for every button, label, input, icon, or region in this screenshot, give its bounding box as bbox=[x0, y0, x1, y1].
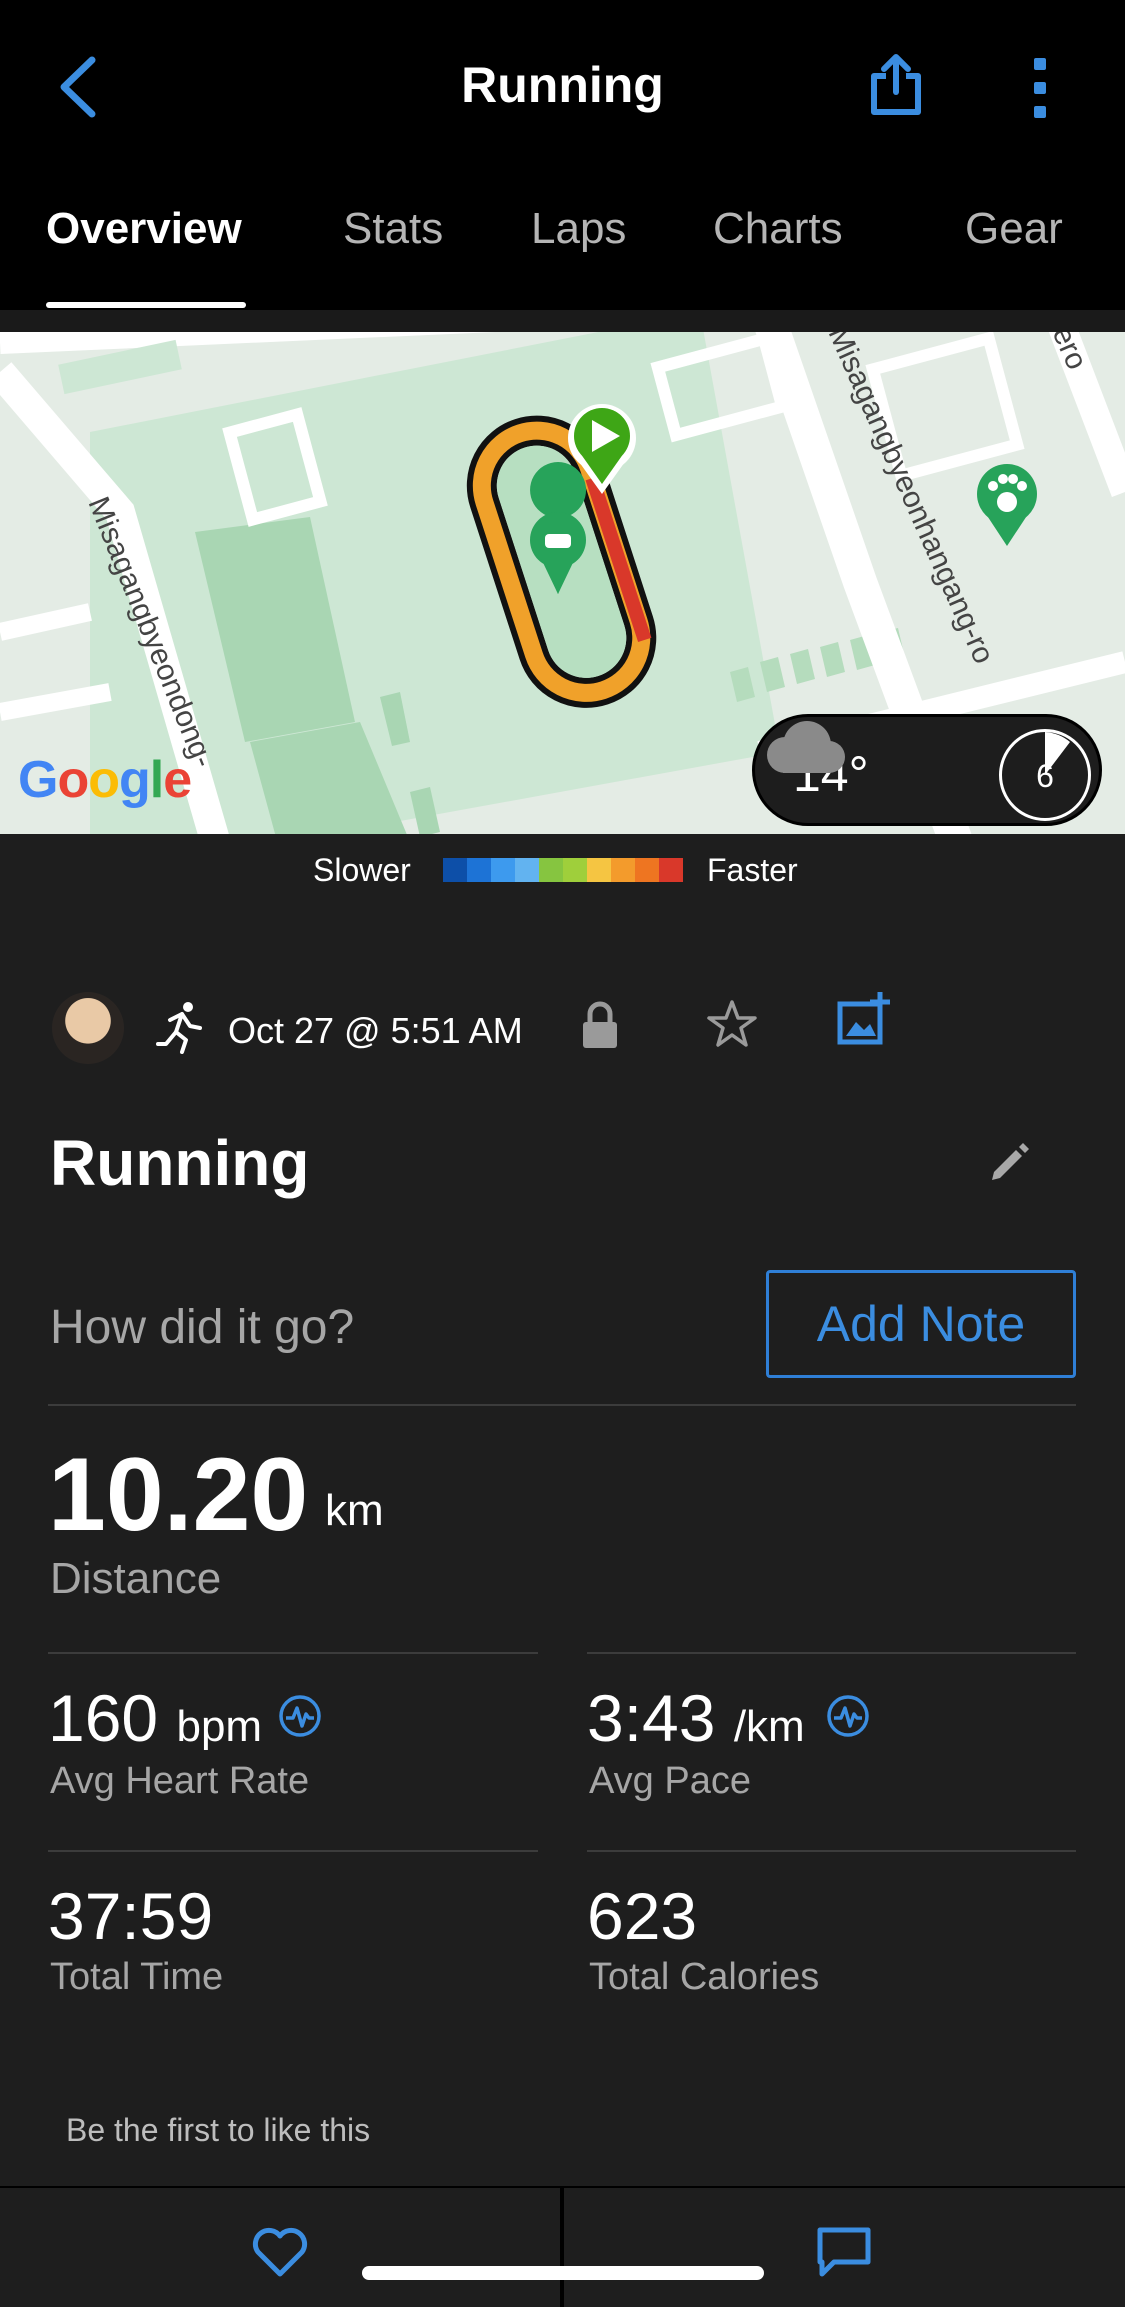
more-vertical-icon bbox=[1034, 58, 1046, 118]
tab-overview[interactable]: Overview bbox=[46, 204, 242, 254]
legend-faster-label: Faster bbox=[707, 852, 798, 888]
distance-label: Distance bbox=[50, 1554, 222, 1603]
avg-pace-label: Avg Pace bbox=[589, 1760, 751, 1802]
google-logo: Google bbox=[18, 751, 192, 809]
wind-speed: 6 bbox=[1036, 758, 1054, 794]
edit-pencil-icon[interactable] bbox=[988, 1140, 1032, 1184]
weather-widget: 14° 6 bbox=[752, 714, 1102, 826]
total-calories-label: Total Calories bbox=[589, 1956, 820, 1998]
like-heart-icon[interactable] bbox=[250, 2226, 310, 2278]
legend-color-swatch bbox=[539, 858, 563, 882]
add-photo-icon[interactable] bbox=[836, 990, 892, 1046]
active-tab-indicator bbox=[46, 302, 246, 308]
pace-legend: Slower Faster bbox=[0, 834, 1125, 904]
legend-color-swatch bbox=[611, 858, 635, 882]
cloud-icon bbox=[767, 721, 845, 773]
legend-color-swatch bbox=[563, 858, 587, 882]
add-note-button[interactable]: Add Note bbox=[766, 1270, 1076, 1378]
route-map[interactable]: Misagangbyeondong- Misagangbyeonhangang-… bbox=[0, 332, 1125, 834]
running-icon bbox=[156, 1002, 202, 1054]
more-options-button[interactable] bbox=[1024, 56, 1056, 120]
share-icon bbox=[871, 54, 921, 115]
avg-heart-rate-value: 160 bbox=[48, 1681, 159, 1755]
tab-laps[interactable]: Laps bbox=[531, 204, 626, 254]
wind-indicator: 6 bbox=[999, 729, 1091, 821]
star-icon[interactable] bbox=[706, 998, 758, 1050]
legend-color-swatch bbox=[587, 858, 611, 882]
divider bbox=[587, 1652, 1076, 1654]
avg-heart-rate-value-row: 160 bpm bbox=[48, 1680, 262, 1756]
lock-icon[interactable] bbox=[580, 1000, 620, 1050]
home-indicator bbox=[362, 2266, 764, 2280]
activity-name: Running bbox=[50, 1127, 310, 1199]
legend-slower-label: Slower bbox=[313, 852, 411, 888]
divider bbox=[587, 1850, 1076, 1852]
legend-color-bar bbox=[443, 858, 683, 882]
bottom-action-bar bbox=[0, 2186, 1125, 2307]
avg-heart-rate-label: Avg Heart Rate bbox=[50, 1760, 310, 1802]
distance-value: 10.20 bbox=[48, 1437, 309, 1553]
avg-pace-unit: /km bbox=[733, 1702, 805, 1751]
bottom-bar-separator bbox=[560, 2188, 564, 2307]
avatar[interactable] bbox=[52, 992, 124, 1064]
tab-gear[interactable]: Gear bbox=[965, 204, 1063, 254]
legend-color-swatch bbox=[515, 858, 539, 882]
legend-color-swatch bbox=[659, 858, 683, 882]
avg-pace-value-row: 3:43 /km bbox=[587, 1680, 805, 1756]
share-button[interactable] bbox=[866, 52, 926, 118]
avg-heart-rate-unit: bpm bbox=[176, 1702, 263, 1751]
legend-color-swatch bbox=[467, 858, 491, 882]
total-calories-value: 623 bbox=[587, 1879, 698, 1953]
activity-date: Oct 27 @ 5:51 AM bbox=[228, 1010, 523, 1051]
total-time-value: 37:59 bbox=[48, 1879, 214, 1953]
tab-charts[interactable]: Charts bbox=[713, 204, 843, 254]
tab-stats[interactable]: Stats bbox=[343, 204, 443, 254]
top-bar: Running bbox=[0, 0, 1125, 168]
avg-pace-value: 3:43 bbox=[587, 1681, 716, 1755]
comment-icon[interactable] bbox=[816, 2226, 872, 2278]
legend-color-swatch bbox=[443, 858, 467, 882]
page-title: Running bbox=[461, 57, 664, 113]
distance-unit: km bbox=[325, 1486, 384, 1535]
heart-rate-zone-icon[interactable] bbox=[278, 1694, 322, 1738]
divider bbox=[48, 1404, 1076, 1406]
legend-color-swatch bbox=[491, 858, 515, 882]
pace-zone-icon[interactable] bbox=[826, 1694, 870, 1738]
tab-bar: Overview Stats Laps Charts Gear bbox=[0, 168, 1125, 310]
likes-summary: Be the first to like this bbox=[66, 2112, 371, 2148]
divider bbox=[48, 1652, 538, 1654]
divider bbox=[48, 1850, 538, 1852]
tabs-separator bbox=[0, 310, 1125, 332]
note-prompt: How did it go? bbox=[50, 1301, 355, 1354]
total-time-label: Total Time bbox=[50, 1956, 224, 1998]
activity-meta-row: Oct 27 @ 5:51 AM bbox=[0, 990, 1125, 1070]
legend-color-swatch bbox=[635, 858, 659, 882]
